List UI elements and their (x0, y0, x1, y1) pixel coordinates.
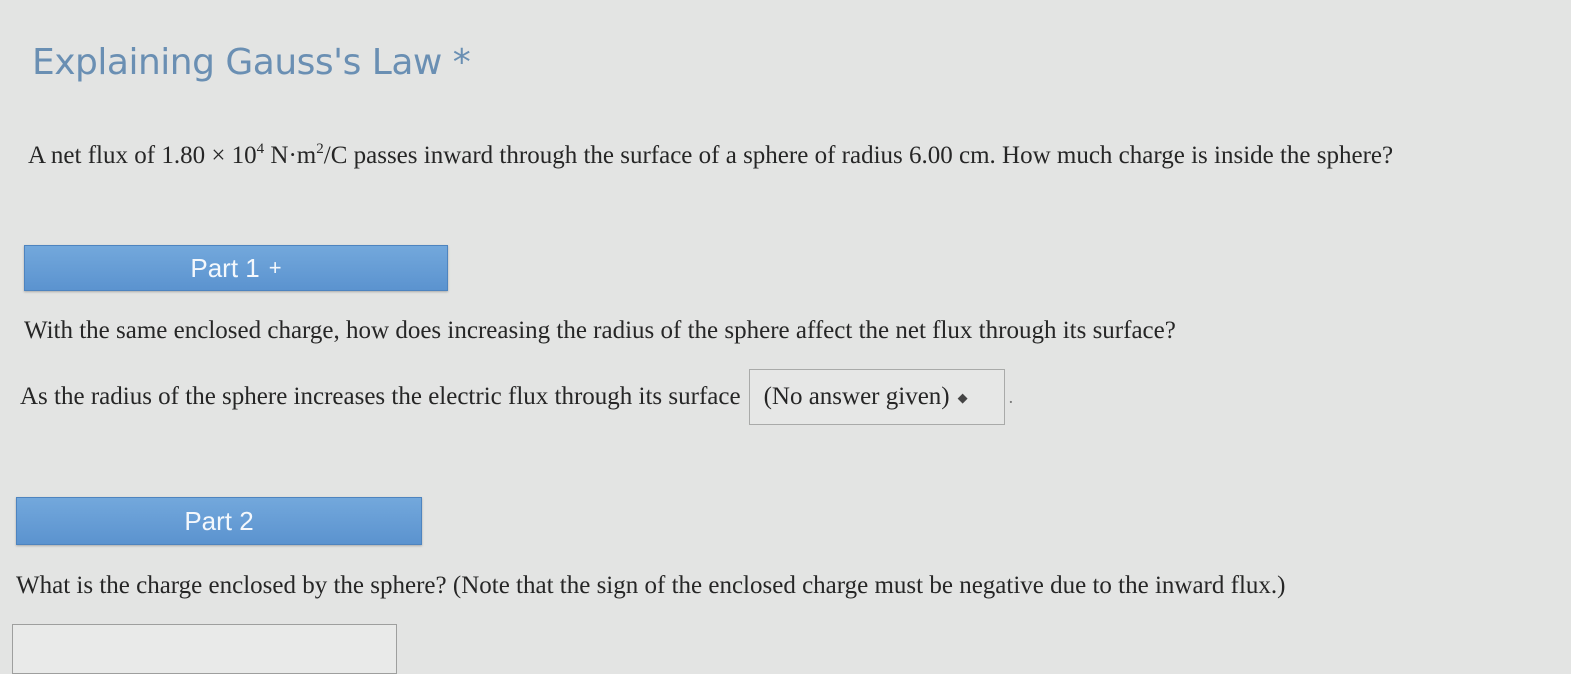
select-value: (No answer given) (763, 383, 950, 410)
problem-text-start: A net flux of 1.80 × 10 (28, 142, 257, 169)
page-title: Explaining Gauss's Law * (32, 42, 471, 83)
problem-text-end: /C passes inward through the surface of … (323, 142, 1394, 169)
charge-answer-input[interactable] (12, 624, 397, 674)
sentence-period: . (1008, 386, 1014, 407)
unit-exponent: 2 (316, 141, 324, 157)
expand-plus-icon: + (268, 255, 282, 280)
answer-prefix-text: As the radius of the sphere increases th… (20, 383, 741, 410)
part-2-label: Part 2 (184, 505, 254, 536)
part-1-label: Part 1 (190, 252, 260, 283)
part-2-header-button[interactable]: Part 2 (16, 497, 422, 545)
problem-statement: A net flux of 1.80 × 104 N·m2/C passes i… (28, 142, 1393, 170)
part-1-answer-row: As the radius of the sphere increases th… (20, 369, 1013, 425)
answer-select[interactable]: (No answer given) ◆ (748, 369, 1005, 425)
part-1-question: With the same enclosed charge, how does … (24, 317, 1176, 344)
select-arrows-icon: ◆ (957, 389, 968, 405)
unit-text: N·m (264, 142, 317, 169)
part-1-header-button[interactable]: Part 1 + (24, 245, 448, 291)
part-2-question: What is the charge enclosed by the spher… (16, 572, 1286, 599)
